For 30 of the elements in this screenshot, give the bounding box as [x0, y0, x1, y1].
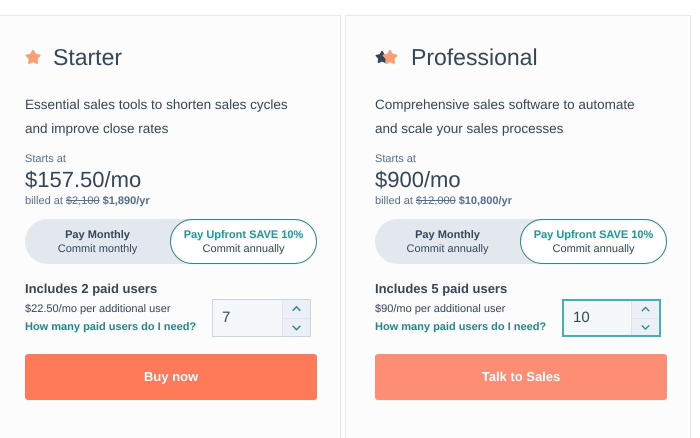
billing-option[interactable]: Pay Upfront SAVE 10% Commit annually [170, 219, 317, 264]
user-count-stepper[interactable]: 7 [212, 299, 311, 337]
plan-title: Professional [411, 46, 538, 68]
price: $900/mo [375, 166, 462, 194]
annual-price: $10,800/yr [458, 194, 512, 208]
old-price: $12,000 [416, 194, 456, 208]
included-users: Includes 2 paid users [25, 281, 158, 297]
user-count-value: 7 [221, 308, 232, 328]
billing-option[interactable]: Pay Upfront SAVE 10% Commit annually [520, 219, 667, 264]
user-count-stepper[interactable]: 10 [562, 299, 661, 337]
user-count-value: 10 [572, 308, 591, 328]
billed-label: billed at [25, 194, 63, 208]
included-users: Includes 5 paid users [375, 281, 508, 297]
per-user-price: $90/mo per additional user [375, 302, 506, 317]
price: $157.50/mo [25, 166, 142, 194]
billing-option[interactable]: Pay Monthly Commit monthly [25, 219, 170, 264]
starts-at-label: Starts at [375, 152, 417, 166]
plan-description: Comprehensive sales software to automate and scale your sales processes [375, 96, 636, 138]
billing-option[interactable]: Pay Monthly Commit annually [375, 219, 520, 264]
starts-at-label: Starts at [25, 152, 67, 166]
old-price: $2,100 [66, 194, 100, 208]
annual-price: $1,890/yr [102, 194, 150, 208]
plan-title: Starter [53, 46, 122, 68]
per-user-price: $22.50/mo per additional user [25, 302, 172, 317]
help-link[interactable]: How many paid users do I need? [25, 318, 196, 336]
stars-icon [375, 49, 399, 65]
help-link[interactable]: How many paid users do I need? [375, 318, 546, 336]
billed-label: billed at [375, 194, 413, 208]
star-icon [25, 49, 41, 65]
plan-description: Essential sales tools to shorten sales cycles and improve close rates [25, 96, 289, 138]
